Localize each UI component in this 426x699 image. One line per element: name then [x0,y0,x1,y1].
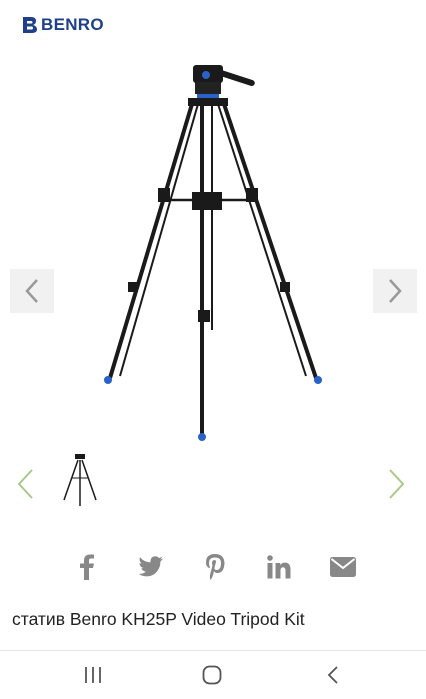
thumbnail-prev-icon[interactable] [14,468,36,500]
thumbnail-next-icon[interactable] [386,468,408,500]
share-twitter-button[interactable] [134,551,168,583]
chevron-right-icon [389,279,402,303]
pinterest-icon [206,554,225,580]
thumbnail-strip [0,450,426,520]
share-pinterest-button[interactable] [198,551,232,583]
product-title: статив Benro KH25P Video Tripod Kit [12,609,305,629]
share-linkedin-button[interactable] [262,551,296,583]
home-button[interactable] [197,663,227,687]
chevron-left-icon [25,279,38,303]
back-icon [327,666,338,684]
brand-logo[interactable]: BENRO [22,14,104,36]
product-gallery [0,40,426,450]
facebook-icon [80,554,94,580]
benro-logo-mark-icon [23,17,37,33]
back-button[interactable] [318,663,348,687]
tripod-image[interactable] [80,60,340,445]
share-email-button[interactable] [326,551,360,583]
brand-name: BENRO [41,15,104,34]
home-icon [202,665,222,685]
linkedin-icon [267,555,291,579]
share-bar [70,551,360,583]
twitter-icon [138,556,163,577]
tripod-thumbnail[interactable] [58,452,102,508]
system-nav-bar [0,650,426,699]
email-icon [330,557,356,577]
share-facebook-button[interactable] [70,551,104,583]
gallery-prev-button[interactable] [10,269,54,313]
recents-icon [85,667,101,683]
recents-button[interactable] [78,663,108,687]
gallery-next-button[interactable] [373,269,417,313]
